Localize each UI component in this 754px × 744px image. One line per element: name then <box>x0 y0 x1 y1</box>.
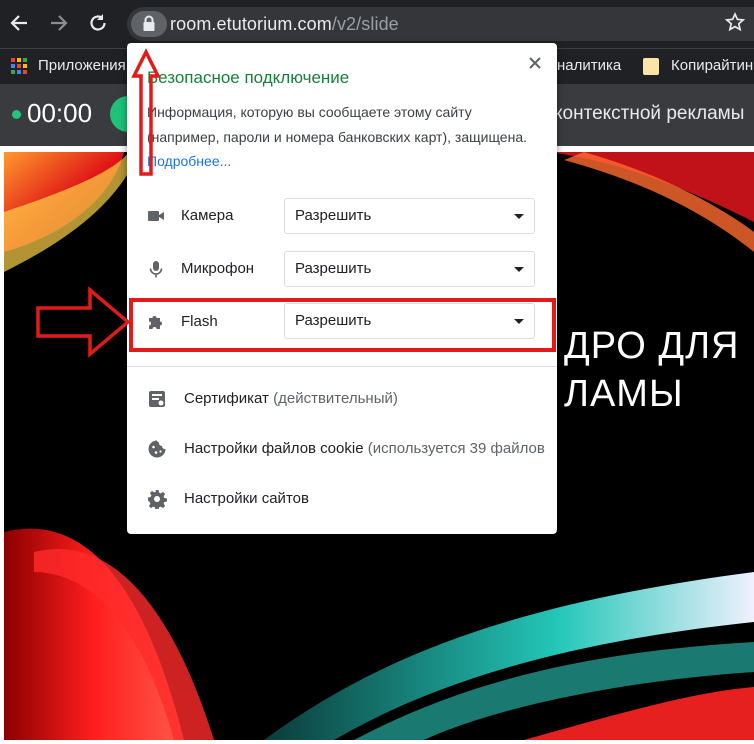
folder-icon <box>643 58 659 75</box>
camera-icon <box>147 207 165 225</box>
back-button[interactable] <box>7 12 31 36</box>
site-settings-link[interactable]: Настройки сайтов <box>184 490 309 507</box>
microphone-permission-select[interactable]: Разрешить <box>284 251 535 287</box>
arrow-left-icon <box>10 15 27 31</box>
popup-description-text: Информация, которую вы сообщаете этому с… <box>147 104 528 145</box>
flash-highlight-box <box>129 298 556 352</box>
bookmark-star-button[interactable] <box>724 10 746 42</box>
apps-grid-icon[interactable] <box>11 58 27 74</box>
address-bar[interactable]: room.etutorium.com/v2/slide <box>127 7 754 41</box>
chevron-down-icon <box>514 267 524 272</box>
cookie-icon <box>147 439 167 459</box>
site-settings-label: Настройки сайтов <box>184 490 309 507</box>
forward-button[interactable] <box>47 12 71 36</box>
popup-divider <box>127 366 557 367</box>
certificate-link[interactable]: Сертификат (действительный) <box>184 390 398 407</box>
browser-toolbar: room.etutorium.com/v2/slide <box>0 0 754 48</box>
certificate-icon <box>147 389 167 409</box>
bookmark-apps[interactable]: Приложения <box>38 57 126 74</box>
lock-icon <box>143 15 155 31</box>
popup-title: Безопасное подключение <box>147 68 350 87</box>
bookmark-analytics[interactable]: налитика <box>557 57 621 74</box>
cookie-note: (используется 39 файлов <box>367 440 545 457</box>
reload-icon <box>90 14 106 31</box>
microphone-label: Микрофон <box>181 260 255 277</box>
camera-permission-value: Разрешить <box>295 207 372 224</box>
url-domain: room.etutorium.com <box>170 14 332 34</box>
reload-button[interactable] <box>86 12 110 36</box>
chevron-down-icon <box>514 214 524 219</box>
url-text: room.etutorium.com/v2/slide <box>170 14 399 35</box>
bookmark-copywriting[interactable]: Копирайтин <box>671 57 753 74</box>
annotation-arrow-up <box>131 48 161 176</box>
status-dot <box>12 110 21 119</box>
popup-description: Информация, которую вы сообщаете этому с… <box>147 100 542 174</box>
header-title: контекстной рекламы <box>554 103 745 124</box>
camera-label: Камера <box>181 207 234 224</box>
annotation-arrow-right <box>36 286 131 358</box>
slide-title-line2: ЛАМЫ <box>564 373 684 415</box>
close-button[interactable] <box>525 53 545 73</box>
certificate-note: (действительный) <box>273 390 398 407</box>
slide-title: ДРО ДЛЯ ЛАМЫ <box>564 322 739 418</box>
site-info-popup: Безопасное подключение Информация, котор… <box>127 43 557 534</box>
url-path: /v2/slide <box>331 14 399 34</box>
certificate-label: Сертификат <box>184 390 269 407</box>
camera-permission-select[interactable]: Разрешить <box>284 198 535 234</box>
site-info-button[interactable] <box>131 11 167 37</box>
microphone-icon <box>147 260 165 278</box>
slide-title-line1: ДРО ДЛЯ <box>564 325 740 367</box>
arrow-right-icon <box>51 15 68 31</box>
star-icon <box>724 11 746 32</box>
microphone-permission-value: Разрешить <box>295 260 372 277</box>
cookie-label: Настройки файлов cookie <box>184 440 364 457</box>
cookie-settings-link[interactable]: Настройки файлов cookie (используется 39… <box>184 440 545 457</box>
gear-icon <box>147 489 167 510</box>
timer: 00:00 <box>27 98 93 128</box>
close-icon <box>529 57 541 69</box>
